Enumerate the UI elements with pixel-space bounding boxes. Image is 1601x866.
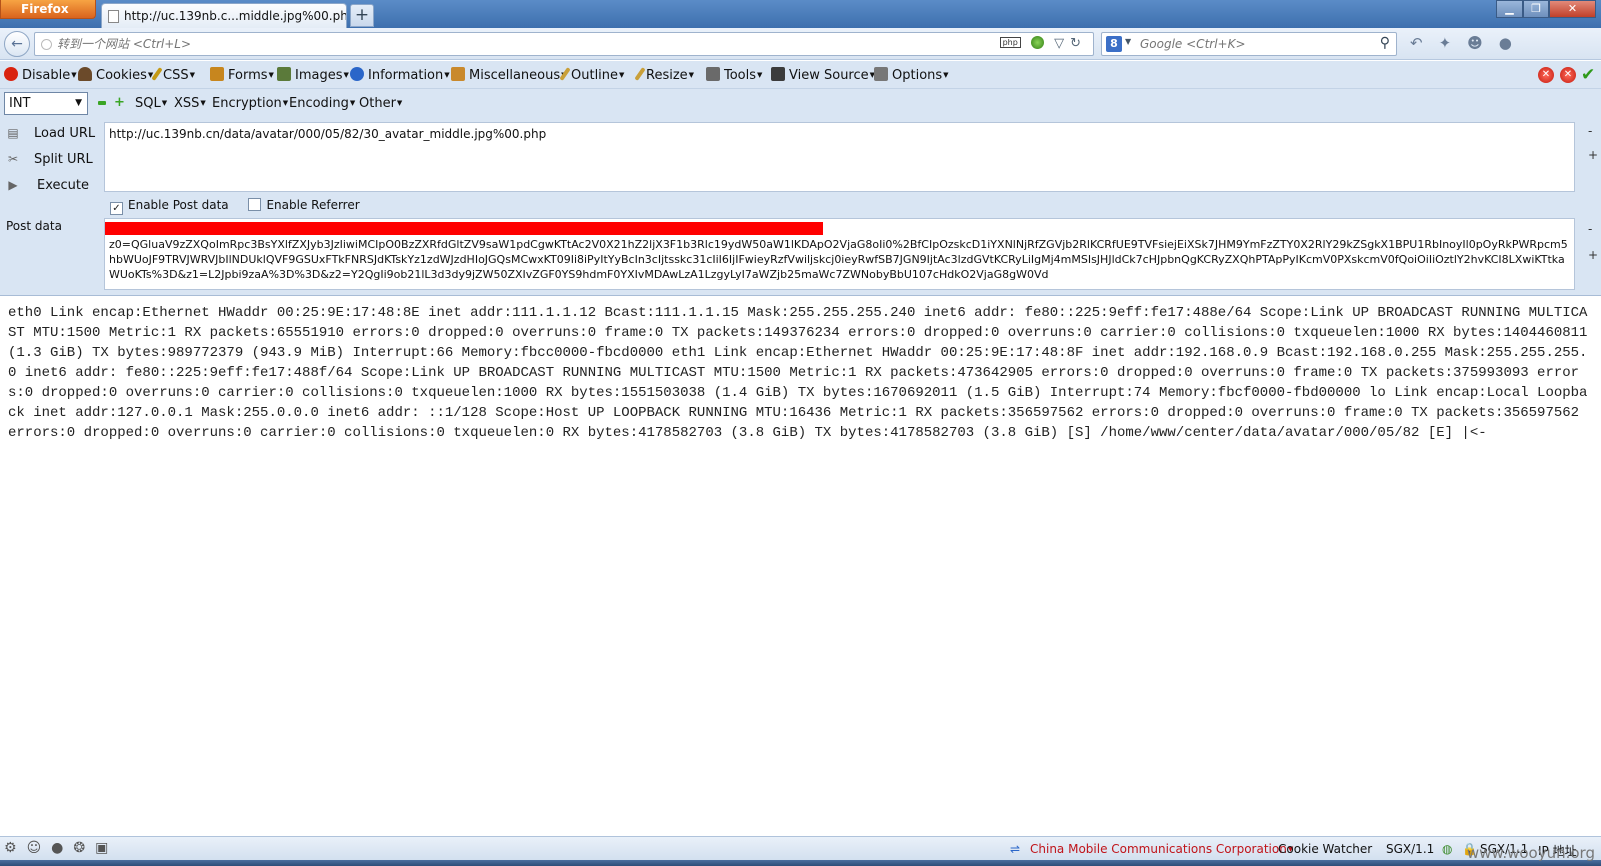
hackbar-menu-sql[interactable]: SQL▼ [135, 96, 167, 111]
cookie-watcher[interactable]: Cookie Watcher [1278, 842, 1372, 856]
cookies-icon [78, 67, 92, 81]
php-icon[interactable]: php [999, 37, 1021, 48]
enable-post-checkbox[interactable]: ✓ Enable Post data [110, 198, 229, 215]
chevron-down-icon: ▼ [75, 98, 82, 108]
search-engine-icon[interactable]: 8 [1106, 36, 1122, 52]
hackbar-menu-other[interactable]: Other▼ [359, 96, 402, 111]
reload-icon[interactable]: ↻ [1070, 36, 1087, 51]
info-icon [350, 67, 364, 81]
hackbar-menu-encryption[interactable]: Encryption▼ [212, 96, 288, 111]
page-output: eth0 Link encap:Ethernet HWaddr 00:25:9E… [8, 305, 1588, 441]
close-red-icon-2[interactable]: ✕ [1560, 67, 1576, 83]
enable-referrer-checkbox[interactable]: Enable Referrer [248, 198, 360, 212]
url-input[interactable] [57, 36, 1017, 52]
increase-icon[interactable]: + [114, 96, 125, 109]
addon-icon[interactable]: ✦ [1439, 34, 1468, 52]
green-globe-icon[interactable]: ● [51, 840, 73, 856]
url-expand-icon[interactable]: + [1588, 148, 1598, 162]
post-data-text: z0=QGluaV9zZXQoImRpc3BsYXlfZXJyb3JzIiwiM… [109, 238, 1568, 281]
tab-title: http://uc.139nb.c...middle.jpg%00.php [124, 9, 347, 23]
encoding-select[interactable]: INT ▼ [4, 92, 88, 115]
devbar-information[interactable]: Information▼ [350, 67, 450, 83]
validate-check-icon[interactable]: ✔ [1581, 65, 1595, 85]
unchecked-box [248, 198, 262, 211]
url-bar[interactable]: php ▽↻ [34, 32, 1094, 56]
undo-icon[interactable]: ↶ [1410, 34, 1439, 52]
resize-icon [634, 67, 646, 81]
back-arrow-icon: ← [11, 36, 23, 52]
post-shrink-icon[interactable]: - [1588, 222, 1592, 236]
new-tab-button[interactable]: + [350, 4, 374, 27]
search-icon[interactable]: ⚲ [1380, 35, 1390, 51]
disable-icon [4, 67, 18, 81]
smiley-icon[interactable]: ☺ [27, 840, 52, 856]
post-data-label: Post data [6, 219, 62, 233]
status-left-icons: ⚙☺●❂▣ [4, 840, 118, 856]
devbar-disable[interactable]: Disable▼ [4, 67, 77, 83]
hackbar-toolbar: INT ▼ + SQL▼ XSS▼ Encryption▼ Encoding▼ O… [0, 89, 1601, 118]
greasemonkey-icon[interactable]: ☻ [1467, 34, 1499, 52]
url-textarea[interactable]: http://uc.139nb.cn/data/avatar/000/05/82… [104, 122, 1575, 192]
sgx-version[interactable]: SGX/1.1 [1386, 842, 1434, 856]
addon-bar-icon[interactable]: ⚙ [4, 840, 27, 856]
url-bar-icons: php ▽↻ [999, 36, 1087, 51]
hackbar-menu-encoding[interactable]: Encoding▼ [289, 96, 355, 111]
firebug-icon[interactable]: ❂ [73, 840, 95, 856]
devbar-cookies[interactable]: Cookies▼ [78, 67, 153, 83]
forms-icon [210, 67, 224, 81]
search-input[interactable] [1140, 36, 1370, 52]
check-icon: ✓ [110, 202, 123, 215]
dropdown-arrow-icon[interactable]: ▽ [1054, 36, 1070, 51]
window-icon[interactable]: ▣ [95, 840, 118, 856]
devbar-view-source[interactable]: View Source▼ [771, 67, 875, 83]
window-minimize-button[interactable]: ▁ [1496, 0, 1523, 18]
post-options: ✓ Enable Post data Enable Referrer [110, 198, 360, 215]
shield-icon[interactable]: ● [1499, 34, 1528, 52]
tab-active[interactable]: http://uc.139nb.c...middle.jpg%00.php [101, 3, 347, 28]
status-bar: ⚙☺●❂▣ ⇌ China Mobile Communications Corp… [0, 836, 1601, 860]
carrier-info[interactable]: China Mobile Communications Corporation▼ [1030, 842, 1293, 856]
hackbar-panel: ▤ Load URL ✂ Split URL ▶ Execute http://uc.… [0, 118, 1601, 296]
images-icon [277, 67, 291, 81]
title-bar: Firefox http://uc.139nb.c...middle.jpg%0… [0, 0, 1601, 28]
window-maximize-button[interactable]: ❐ [1523, 0, 1549, 18]
view-source-icon [771, 67, 785, 81]
watermark: www.wooyun.org [1466, 844, 1595, 862]
page-icon [108, 10, 119, 23]
devbar-options[interactable]: Options▼ [874, 67, 949, 83]
url-shrink-icon[interactable]: - [1588, 124, 1592, 138]
split-url-icon: ✂ [7, 152, 19, 166]
network-icon[interactable]: ⇌ [1010, 842, 1020, 856]
back-button[interactable]: ← [4, 31, 30, 57]
load-url-icon: ▤ [7, 126, 19, 140]
execute-icon: ▶ [8, 178, 18, 192]
status-globe-icon[interactable]: ◍ [1442, 842, 1452, 856]
search-engine-dropdown-icon[interactable]: ▼ [1125, 37, 1131, 46]
nav-extra-icons: ↶✦☻● [1410, 34, 1528, 52]
miscellaneous-icon [451, 67, 465, 81]
taskbar [0, 860, 1601, 866]
options-icon [874, 67, 888, 81]
tools-icon [706, 67, 720, 81]
devbar-images[interactable]: Images▼ [277, 67, 349, 83]
devbar-tools[interactable]: Tools▼ [706, 67, 762, 83]
site-identity-icon[interactable] [41, 39, 52, 50]
post-data-textarea[interactable]: z0=QGluaV9zZXQoImRpc3BsYXlfZXJyb3JzIiwiM… [104, 218, 1575, 290]
devbar-css[interactable]: CSS▼ [151, 67, 195, 83]
close-red-icon[interactable]: ✕ [1538, 67, 1554, 83]
decrease-icon[interactable] [98, 101, 106, 105]
devbar-outline[interactable]: Outline▼ [559, 67, 624, 83]
post-expand-icon[interactable]: + [1588, 248, 1598, 262]
web-developer-toolbar: Disable▼ Cookies▼ CSS▼ Forms▼ Images▼ In… [0, 61, 1601, 89]
window-close-button[interactable]: ✕ [1549, 0, 1596, 18]
nav-bar: ← php ▽↻ 8 ▼ ⚲ ↶✦☻● [0, 28, 1601, 60]
hackbar-menu-xss[interactable]: XSS▼ [174, 96, 206, 111]
redaction-bar [105, 222, 823, 235]
search-bar[interactable]: 8 ▼ ⚲ [1101, 32, 1397, 56]
devbar-resize[interactable]: Resize▼ [634, 67, 694, 83]
firefox-menu-button[interactable]: Firefox [0, 0, 96, 19]
devbar-miscellaneous[interactable]: Miscellaneous▼ [451, 67, 567, 83]
devbar-forms[interactable]: Forms▼ [210, 67, 274, 83]
green-status-icon[interactable] [1030, 36, 1044, 49]
